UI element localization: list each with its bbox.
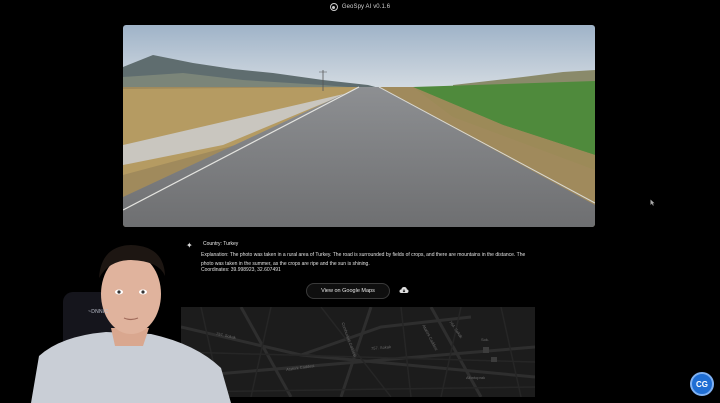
map-roads: [181, 307, 535, 397]
map-building-icon: [491, 357, 497, 362]
road-photo-image: [123, 25, 595, 227]
map-label: Sok.: [481, 337, 490, 342]
person-image: [31, 245, 231, 403]
cloud-download-icon[interactable]: [399, 286, 409, 294]
app-title: GeoSpy AI v0.1.6: [341, 4, 391, 10]
map-label: Altıntoprak: [466, 375, 486, 380]
map-marker-icon: [483, 347, 489, 353]
uploaded-photo: [123, 25, 595, 227]
mouse-cursor-icon: [650, 199, 655, 206]
geospy-logo-icon: [329, 3, 338, 11]
explanation-text: Explanation: The photo was taken in a ru…: [201, 252, 526, 267]
channel-badge: CG: [690, 372, 714, 396]
location-map[interactable]: 757. Sokak Cumhuriyet Caddesi 757. Sokak…: [181, 307, 535, 397]
chair-brand-text: ~DNNIC: [88, 309, 109, 315]
streamer-webcam: [31, 236, 231, 403]
app-header: GeoSpy AI v0.1.6: [0, 0, 720, 14]
view-on-google-maps-button[interactable]: View on Google Maps: [306, 283, 390, 299]
